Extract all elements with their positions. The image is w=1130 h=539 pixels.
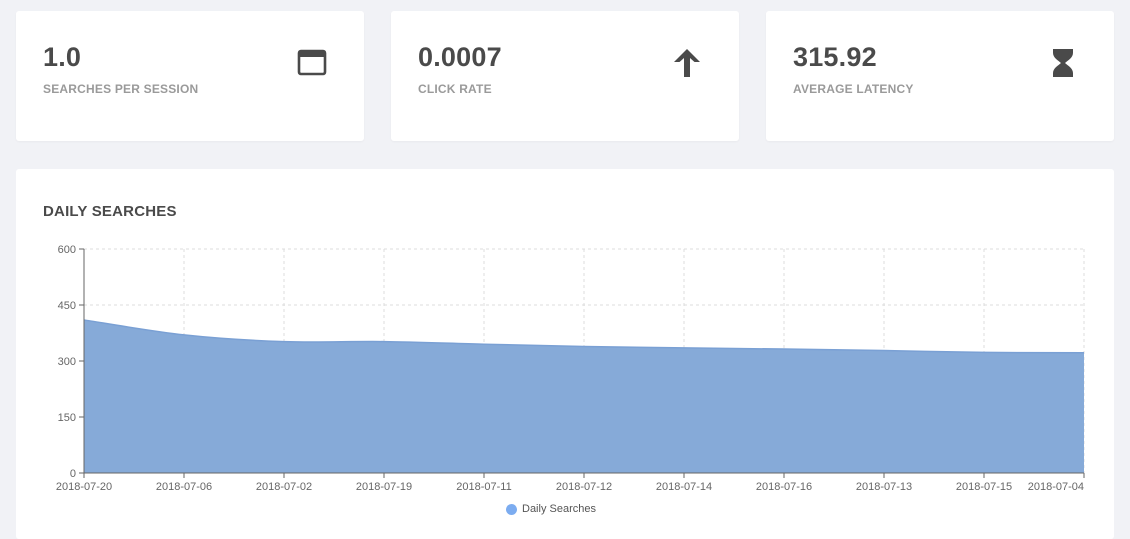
stat-card-searches-per-session: 1.0 SEARCHES PER SESSION bbox=[16, 11, 364, 141]
y-tick-label: 150 bbox=[58, 412, 76, 424]
legend-dot bbox=[506, 503, 517, 515]
stat-label: AVERAGE LATENCY bbox=[793, 82, 914, 96]
x-tick-label: 2018-07-13 bbox=[856, 481, 912, 493]
x-tick-label: 2018-07-12 bbox=[556, 481, 612, 493]
y-tick-label: 300 bbox=[58, 356, 76, 368]
stat-card-click-rate: 0.0007 CLICK RATE bbox=[391, 11, 739, 141]
stat-value: 315.92 bbox=[793, 42, 877, 72]
stat-value: 1.0 bbox=[43, 42, 82, 72]
x-tick-label: 2018-07-06 bbox=[156, 481, 212, 493]
chart-legend[interactable]: Daily Searches bbox=[506, 503, 596, 515]
window-icon bbox=[297, 49, 327, 76]
stat-label: CLICK RATE bbox=[418, 82, 492, 96]
hourglass-icon bbox=[1053, 49, 1073, 77]
stat-value: 0.0007 bbox=[418, 42, 502, 72]
x-tick-label: 2018-07-02 bbox=[256, 481, 312, 493]
stat-card-average-latency: 315.92 AVERAGE LATENCY bbox=[766, 11, 1114, 141]
x-tick-label: 2018-07-14 bbox=[656, 481, 712, 493]
legend-label: Daily Searches bbox=[522, 503, 596, 515]
x-tick-label: 2018-07-19 bbox=[356, 481, 412, 493]
stat-label: SEARCHES PER SESSION bbox=[43, 82, 199, 96]
x-tick-label: 2018-07-15 bbox=[956, 481, 1012, 493]
x-tick-label: 2018-07-16 bbox=[756, 481, 812, 493]
y-tick-label: 600 bbox=[58, 244, 76, 256]
x-tick-label: 2018-07-11 bbox=[456, 481, 511, 493]
x-tick-label: 2018-07-20 bbox=[56, 481, 112, 493]
arrow-up-icon bbox=[674, 49, 700, 77]
daily-searches-area bbox=[84, 319, 1084, 473]
daily-searches-chart: 0 150 300 450 600 2018-07-20 2018-07-06 2018-07… bbox=[56, 244, 1085, 493]
y-tick-label: 450 bbox=[58, 300, 76, 312]
daily-searches-chart-card: DAILY SEARCHES 0 150 300 450 600 2018-07-20 20… bbox=[16, 169, 1114, 539]
y-tick-label: 0 bbox=[70, 468, 76, 480]
x-tick-label: 2018-07-04 bbox=[1028, 481, 1084, 493]
